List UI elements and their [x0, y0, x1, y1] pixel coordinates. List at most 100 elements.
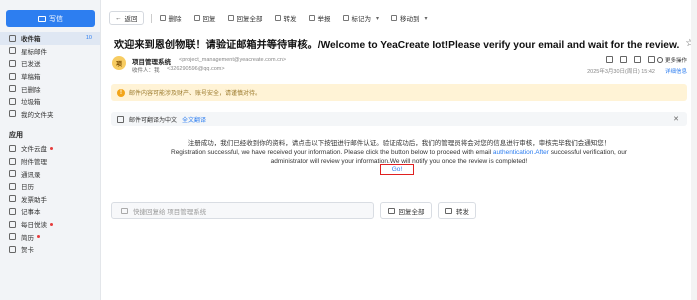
sidebar-item-calendar[interactable]: 日历	[0, 180, 100, 193]
go-verify-button[interactable]: Go!	[380, 164, 414, 175]
sidebar-item-cloud-drive[interactable]: 文件云盘	[0, 142, 100, 155]
send-icon	[9, 59, 16, 67]
compose-label: 写信	[49, 15, 63, 23]
cloud-icon	[9, 144, 16, 152]
invoice-icon	[9, 195, 16, 203]
forward-icon	[445, 207, 452, 214]
notification-dot	[50, 146, 53, 150]
body-english-link[interactable]: authentication.After	[493, 149, 549, 156]
quick-reply-input[interactable]: 快捷回复给 项目管理系统	[111, 202, 374, 219]
more-actions-label: 更多操作	[664, 58, 687, 64]
star-icon	[9, 47, 16, 55]
resume-icon	[9, 233, 16, 241]
sidebar-item-starred[interactable]: 星标邮件	[0, 45, 100, 58]
reply-icon	[193, 15, 200, 21]
forward-button[interactable]: 转发	[269, 11, 303, 25]
sidebar-item-label: 日历	[21, 184, 34, 192]
sidebar-item-resume[interactable]: 简历	[0, 230, 100, 243]
sidebar-item-attachments[interactable]: 附件管理	[0, 155, 100, 168]
mail-reader: ← 返回 删除 回复 回复全部 转发 举报 标记为 移动	[101, 0, 697, 300]
next-mail-icon[interactable]	[648, 56, 655, 63]
body-english-part1: Registration successful, we have receive…	[171, 149, 493, 157]
open-new-window-icon[interactable]	[620, 56, 627, 63]
reply-all-bottom-label: 回复全部	[398, 208, 425, 216]
unread-count: 10	[85, 35, 92, 42]
close-icon[interactable]: ✕	[673, 115, 679, 123]
reply-label: 回复	[202, 16, 216, 23]
sidebar-item-label: 每日悦读	[21, 222, 47, 230]
sidebar-item-label: 简历	[21, 234, 34, 242]
compose-button[interactable]: 写信	[6, 10, 95, 27]
sidebar-item-label: 垃圾箱	[21, 99, 41, 107]
details-link[interactable]: 详细信息	[665, 67, 687, 75]
sidebar-item-notepad[interactable]: 记事本	[0, 205, 100, 218]
reply-icon	[121, 207, 128, 214]
reply-button[interactable]: 回复	[188, 11, 222, 25]
sidebar-item-deleted[interactable]: 已删除	[0, 82, 100, 95]
toolbar-divider	[150, 13, 152, 23]
sidebar-item-label: 贺卡	[21, 247, 34, 255]
forward-icon	[274, 15, 281, 21]
sidebar-item-contacts[interactable]: 通讯录	[0, 167, 100, 180]
reply-all-bottom-button[interactable]: 回复全部	[380, 202, 432, 219]
mail-toolbar: ← 返回 删除 回复 回复全部 转发 举报 标记为 移动	[109, 11, 434, 25]
sender-email: <project_management@yeacreate.com.cn>	[179, 57, 287, 63]
sidebar-item-label: 通讯录	[21, 171, 41, 179]
sidebar-item-cards[interactable]: 贺卡	[0, 243, 100, 256]
sidebar-item-label: 收件箱	[21, 36, 41, 44]
spam-icon	[9, 97, 16, 105]
attachment-icon	[9, 157, 16, 165]
sidebar-item-sent[interactable]: 已发送	[0, 57, 100, 70]
email-body: 注册成功，我们已经收到你的资料，请点击以下按钮进行邮件认证。验证成功后，我们的管…	[111, 139, 687, 167]
reply-all-button[interactable]: 回复全部	[222, 11, 269, 25]
sender-avatar: 项	[112, 56, 126, 70]
sidebar-item-label: 附件管理	[21, 159, 47, 167]
inbox-icon	[9, 34, 16, 42]
reply-all-icon	[227, 15, 234, 21]
sidebar-item-invoice[interactable]: 发票助手	[0, 193, 100, 206]
sidebar-item-label: 文件云盘	[21, 146, 47, 154]
warning-icon: !	[117, 88, 125, 97]
apps-section-title: 应用	[9, 132, 23, 140]
delete-label: 删除	[168, 16, 182, 23]
move-to-dropdown[interactable]: 移动到	[385, 11, 434, 25]
scrollbar[interactable]	[691, 0, 697, 300]
sender-name[interactable]: 项目管理系统	[132, 56, 171, 66]
back-label: 返回	[124, 16, 138, 23]
more-actions-button[interactable]: 更多操作	[656, 56, 687, 64]
forward-bottom-button[interactable]: 转发	[438, 202, 476, 219]
mark-as-dropdown[interactable]: 标记为	[337, 11, 386, 25]
sidebar-item-label: 记事本	[21, 209, 41, 217]
security-warning: ! 邮件内容可能涉及财产、账号安全，请谨慎对待。	[111, 84, 687, 101]
prev-mail-icon[interactable]	[634, 56, 641, 63]
folder-icon	[9, 110, 16, 118]
notification-dot	[50, 222, 53, 226]
move-label: 移动到	[400, 16, 420, 23]
forward-bottom-label: 转发	[456, 208, 469, 216]
sender-info: 项 项目管理系统 <project_management@yeacreate.c…	[112, 56, 687, 76]
compose-icon	[38, 15, 46, 22]
card-icon	[9, 245, 16, 253]
folder-move-icon	[391, 15, 398, 21]
sidebar-item-drafts[interactable]: 草稿箱	[0, 70, 100, 83]
translate-full-link[interactable]: 全文翻译	[182, 115, 206, 124]
mark-label: 标记为	[351, 16, 372, 23]
translate-bar: 邮件可翻译为中文 全文翻译 ✕	[111, 112, 687, 126]
notification-dot	[37, 235, 40, 239]
sidebar-item-label: 已发送	[21, 61, 41, 69]
sidebar-item-my-folders[interactable]: 我的文件夹	[0, 108, 100, 121]
print-icon[interactable]	[606, 56, 613, 63]
back-button[interactable]: ← 返回	[109, 11, 144, 25]
report-label: 举报	[317, 16, 331, 23]
sidebar-item-inbox[interactable]: 收件箱 10	[0, 32, 100, 45]
report-spam-button[interactable]: 举报	[303, 11, 337, 25]
sidebar-item-label: 发票助手	[21, 196, 47, 204]
contacts-icon	[9, 170, 16, 178]
recipient-label: 收件人：我	[132, 68, 160, 74]
sidebar-item-daily-read[interactable]: 每日悦读	[0, 218, 100, 231]
translate-text: 邮件可翻译为中文	[129, 117, 178, 124]
sidebar-item-spam[interactable]: 垃圾箱	[0, 95, 100, 108]
recipient-email: <326290596@qq.com>	[167, 66, 225, 72]
delete-button[interactable]: 删除	[154, 11, 188, 25]
reply-all-label: 回复全部	[236, 16, 263, 23]
